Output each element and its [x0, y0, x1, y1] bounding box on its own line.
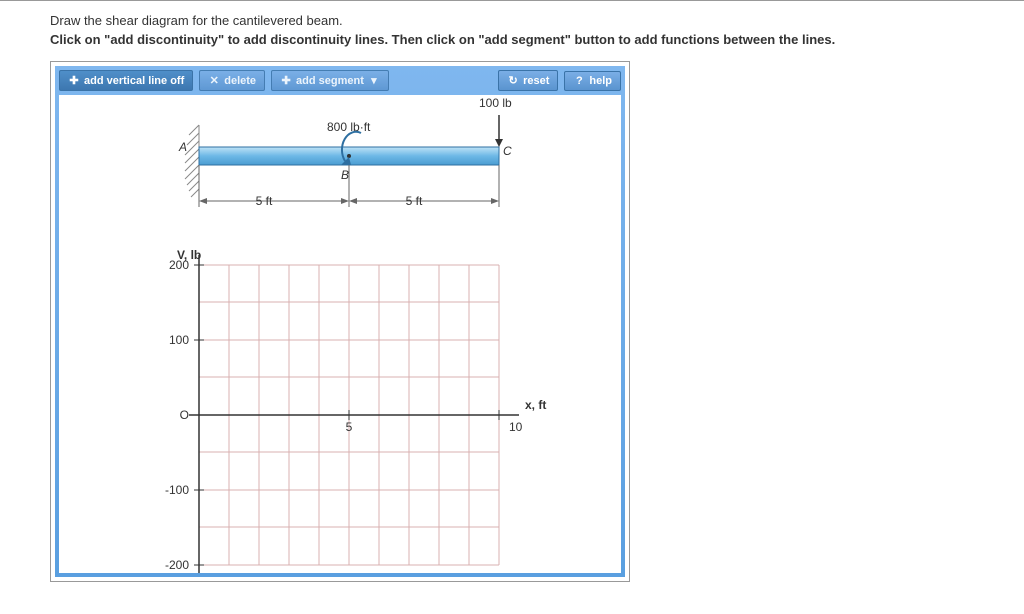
add-vertical-line-off-button[interactable]: ✚ add vertical line off	[59, 70, 193, 91]
moment-label: 800 lb·ft	[327, 120, 371, 134]
shear-chart: V, lb x, ft 200 100 O -100 -200 5 10	[165, 248, 546, 573]
question-icon: ?	[573, 75, 585, 87]
dim-right-label: 5 ft	[406, 194, 423, 208]
beam-diagram: A B C 100 lb 800 lb·ft	[178, 96, 512, 208]
delete-label: delete	[224, 75, 256, 87]
y-tick-n200: -200	[165, 558, 189, 572]
toolbar: ✚ add vertical line off ✕ delete ✚ add s…	[59, 70, 621, 91]
add-segment-button[interactable]: ✚ add segment ▾	[271, 70, 389, 91]
y-tick-0: O	[180, 408, 189, 422]
x-axis-label: x, ft	[525, 398, 546, 412]
help-button[interactable]: ? help	[564, 71, 621, 91]
y-tick-200: 200	[169, 258, 189, 272]
help-label: help	[589, 75, 612, 87]
instruction-line-2: Click on "add discontinuity" to add disc…	[50, 32, 974, 47]
dim-left-label: 5 ft	[256, 194, 273, 208]
instruction-line-1: Draw the shear diagram for the cantileve…	[50, 13, 974, 28]
x-tick-5: 5	[346, 420, 353, 434]
x-tick-10: 10	[509, 420, 523, 434]
force-label: 100 lb	[479, 96, 512, 110]
point-c-label: C	[503, 144, 512, 158]
close-icon: ✕	[208, 74, 220, 87]
chevron-down-icon: ▾	[368, 74, 380, 87]
widget-frame: ✚ add vertical line off ✕ delete ✚ add s…	[50, 61, 630, 582]
delete-button[interactable]: ✕ delete	[199, 70, 265, 91]
point-a-label: A	[178, 140, 187, 154]
reset-label: reset	[523, 75, 549, 87]
y-tick-n100: -100	[165, 483, 189, 497]
drawing-widget: ✚ add vertical line off ✕ delete ✚ add s…	[55, 66, 625, 577]
add-segment-label: add segment	[296, 75, 364, 87]
drawing-canvas[interactable]: A B C 100 lb 800 lb·ft	[59, 95, 621, 573]
plus-icon: ✚	[280, 74, 292, 87]
y-tick-100: 100	[169, 333, 189, 347]
reset-button[interactable]: ↻ reset	[498, 70, 558, 91]
instructions-block: Draw the shear diagram for the cantileve…	[0, 1, 1024, 55]
add-vertical-line-off-label: add vertical line off	[84, 75, 184, 87]
refresh-icon: ↻	[507, 74, 519, 87]
point-b-label: B	[341, 168, 349, 182]
plus-icon: ✚	[68, 74, 80, 87]
